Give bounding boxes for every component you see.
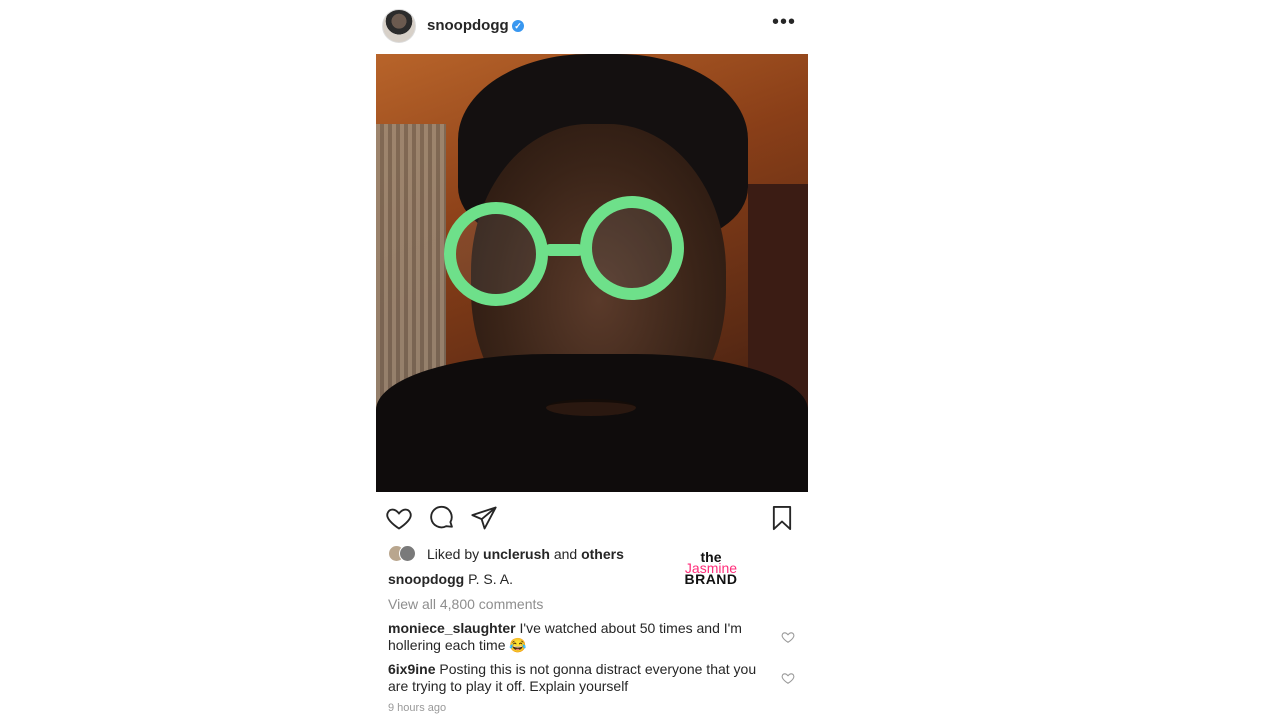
liker-avatar[interactable] — [399, 545, 416, 562]
post-photo[interactable] — [376, 54, 808, 492]
post-caption: snoopdogg P. S. A. — [388, 571, 513, 587]
liker-avatars — [388, 545, 422, 563]
post-username[interactable]: snoopdogg — [427, 17, 509, 34]
comment-username[interactable]: moniece_slaughter — [388, 620, 516, 636]
comment-item: moniece_slaughter I've watched about 50 … — [388, 620, 773, 654]
brand-watermark-logo: the Jasmine BRAND — [676, 550, 746, 587]
comment-like-heart-icon[interactable] — [781, 671, 795, 685]
liked-by-and: and — [553, 546, 578, 562]
like-heart-icon[interactable] — [385, 504, 413, 532]
glasses-left-lens — [444, 202, 548, 306]
liked-by-label: Liked by — [427, 546, 480, 562]
photo-shirt — [376, 354, 808, 492]
comment-item: 6ix9ine Posting this is not gonna distra… — [388, 661, 773, 695]
glasses-bridge — [544, 244, 584, 256]
bookmark-icon[interactable] — [768, 504, 796, 532]
verified-badge-icon: ✓ — [512, 20, 524, 32]
view-all-comments-link[interactable]: View all 4,800 comments — [388, 596, 543, 612]
more-options-button[interactable]: ••• — [772, 12, 796, 34]
instagram-post: snoopdogg ✓ ••• Liked by unclerush and o… — [376, 0, 808, 720]
comment-icon[interactable] — [428, 504, 456, 532]
caption-text: P. S. A. — [468, 571, 513, 587]
profile-avatar[interactable] — [382, 9, 416, 43]
photo-mouth — [546, 399, 636, 416]
post-header: snoopdogg ✓ ••• — [376, 6, 808, 46]
caption-username[interactable]: snoopdogg — [388, 571, 464, 587]
comment-username[interactable]: 6ix9ine — [388, 661, 435, 677]
post-timestamp: 9 hours ago — [388, 702, 447, 714]
watermark-brand: BRAND — [684, 571, 738, 587]
likes-text: Liked by unclerush and others — [427, 546, 624, 562]
post-actions-bar — [376, 500, 808, 536]
liked-by-others-link[interactable]: others — [581, 546, 624, 562]
comment-text: Posting this is not gonna distract every… — [388, 661, 757, 694]
glasses-right-lens — [580, 196, 684, 300]
liked-by-user-link[interactable]: unclerush — [483, 546, 550, 562]
share-icon[interactable] — [470, 504, 498, 532]
comment-like-heart-icon[interactable] — [781, 630, 795, 644]
